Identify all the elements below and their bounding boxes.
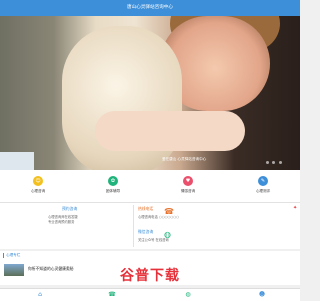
wechat-icon: ◍ — [164, 230, 171, 239]
quick-item-label: 心理测评 — [255, 189, 271, 193]
service-desc: 关注公众号 在线咨询 — [138, 238, 169, 242]
quick-item-label: 情感咨询 — [180, 189, 196, 193]
header-bar: 唐山心灵驿站咨询中心 — [0, 0, 300, 16]
service-title: 微信咨询 — [138, 229, 154, 234]
hero-image-arm — [95, 111, 245, 151]
quick-item-label: 团体辅导 — [105, 189, 121, 193]
test-icon: ✎ — [258, 176, 268, 186]
phone-icon: ☎ — [164, 207, 174, 216]
quick-item-counseling[interactable]: ☺ 心理咨询 — [18, 176, 58, 194]
news-thumbnail[interactable] — [4, 264, 24, 276]
service-desc: 心理咨询电话 ○○○○○○○ — [138, 215, 179, 219]
services-panel: 预约咨询 心理咨询师在线答疑 专业咨询预约服务 热线电话 心理咨询电话 ○○○○… — [0, 203, 300, 249]
carousel-dot[interactable] — [272, 161, 276, 164]
service-wechat[interactable]: 微信咨询 关注公众号 在线咨询 ◍ — [138, 229, 278, 242]
quick-item-emotion[interactable]: ♥ 情感咨询 — [168, 176, 208, 194]
home-icon[interactable]: ⌂ — [34, 291, 46, 299]
hero-caption: 爱在唐山 心灵驿站咨询中心 — [162, 157, 207, 161]
section-title: 心理专栏 — [3, 253, 20, 258]
quick-item-test[interactable]: ✎ 心理测评 — [243, 176, 283, 194]
watermark-logo: 谷普下载 — [120, 268, 180, 284]
news-title[interactable]: 你所不知道的心灵健康奥秘 — [28, 266, 74, 272]
carousel-dots[interactable] — [264, 160, 282, 165]
hero-image-car — [0, 152, 34, 170]
bottom-bar: ⌂ ☎ ◍ ☻ — [0, 288, 300, 301]
user-icon[interactable]: ☻ — [256, 291, 268, 299]
weibo-icon[interactable]: ✦ — [293, 205, 297, 211]
quick-item-group[interactable]: ✿ 团体辅导 — [93, 176, 133, 194]
divider — [133, 205, 134, 247]
wechat-icon[interactable]: ◍ — [182, 291, 194, 299]
carousel-dot[interactable] — [266, 161, 269, 164]
smile-icon: ☺ — [33, 176, 43, 186]
group-icon: ✿ — [108, 176, 118, 186]
quick-nav: ☺ 心理咨询 ✿ 团体辅导 ♥ 情感咨询 ✎ 心理测评 — [0, 170, 300, 203]
quick-item-label: 心理咨询 — [30, 189, 46, 193]
page-title: 唐山心灵驿站咨询中心 — [127, 5, 173, 10]
service-hotline[interactable]: 热线电话 心理咨询电话 ○○○○○○○ ☎ — [138, 206, 278, 219]
phone-icon[interactable]: ☎ — [106, 291, 118, 299]
heart-icon: ♥ — [183, 176, 193, 186]
service-title: 热线电话 — [138, 206, 154, 211]
hero-banner[interactable]: 爱在唐山 心灵驿站咨询中心 — [0, 16, 300, 170]
carousel-dot[interactable] — [278, 161, 282, 164]
